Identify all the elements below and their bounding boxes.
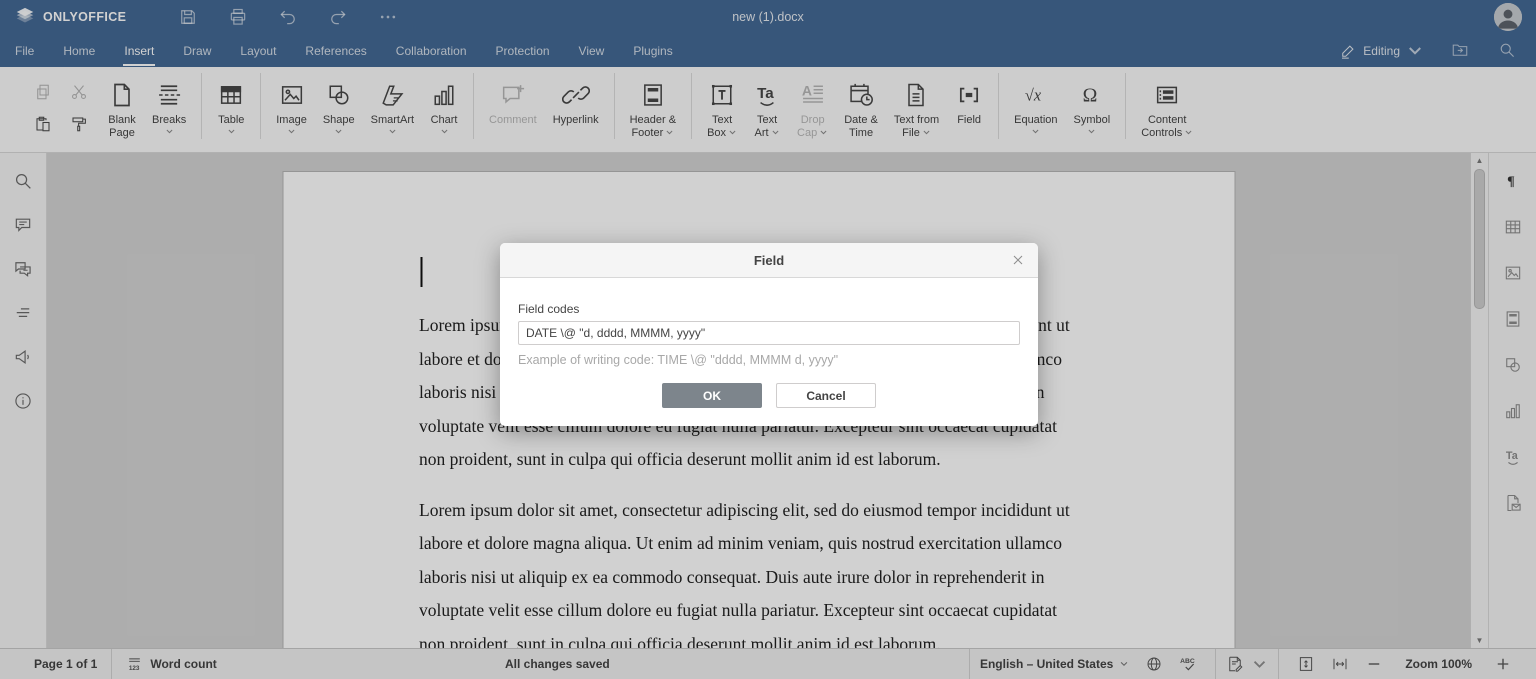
close-icon	[1010, 252, 1026, 268]
dialog-header[interactable]: Field	[500, 243, 1038, 278]
cancel-button[interactable]: Cancel	[776, 383, 876, 408]
field-codes-hint: Example of writing code: TIME \@ "dddd, …	[518, 353, 1020, 367]
ok-button[interactable]: OK	[662, 383, 762, 408]
dialog-title: Field	[754, 253, 784, 268]
field-codes-label: Field codes	[518, 302, 1020, 316]
dialog-buttons: OK Cancel	[518, 383, 1020, 408]
dialog-close-button[interactable]	[1010, 252, 1026, 268]
field-dialog: Field Field codes Example of writing cod…	[500, 243, 1038, 426]
application-window: ONLYOFFICE new (1).docx FileHomeInsertDr…	[0, 0, 1536, 679]
field-codes-input[interactable]	[518, 321, 1020, 345]
dialog-body: Field codes Example of writing code: TIM…	[500, 278, 1038, 426]
